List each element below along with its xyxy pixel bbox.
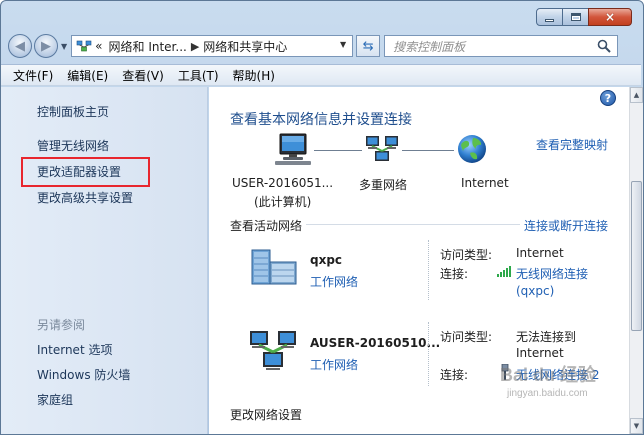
menu-view[interactable]: 查看(V) [122,67,164,84]
breadcrumb-network-internet[interactable]: 网络和 Inter... [109,38,187,55]
watermark-url: jingyan.baidu.com [507,388,588,399]
help-button[interactable]: ? [600,90,616,106]
page-title: 查看基本网络信息并设置连接 [230,112,412,128]
breadcrumb-overflow[interactable]: « [95,39,102,53]
map-multi-network-label[interactable]: 多重网络 [359,176,407,193]
menu-help[interactable]: 帮助(H) [233,67,275,84]
wireless-connection-ssid[interactable]: (qxpc) [516,284,554,298]
view-full-map-link[interactable]: 查看完整映射 [536,136,608,153]
internet-globe-icon[interactable] [456,133,488,168]
address-dropdown-icon[interactable]: ▼ [340,40,346,49]
caption-buttons: × [536,8,632,26]
network-name-qxpc: qxpc [310,253,343,267]
sidebar-item-control-panel-home[interactable]: 控制面板主页 [37,103,109,120]
arrow-right-icon: ▶ [41,38,51,54]
sidebar-item-manage-wireless[interactable]: 管理无线网络 [37,137,109,154]
chevron-up-icon: ▲ [633,91,640,99]
network-type-link[interactable]: 工作网络 [310,356,358,373]
access-type-label: 访问类型: [440,248,493,262]
sidebar-item-homegroup[interactable]: 家庭组 [37,391,73,408]
column-separator [428,240,429,300]
network-folder-icon [76,39,92,53]
work-network-icon[interactable] [248,244,300,289]
menu-bar: 文件(F) 编辑(E) 查看(V) 工具(T) 帮助(H) [1,64,641,86]
sidebar-item-windows-firewall[interactable]: Windows 防火墙 [37,366,130,383]
map-connector-2 [402,150,454,151]
back-button[interactable]: ◀ [8,34,32,58]
multi-network-icon[interactable] [246,328,302,375]
connect-disconnect-link[interactable]: 连接或断开连接 [524,217,608,234]
maximize-icon [570,13,581,21]
forward-button[interactable]: ▶ [34,34,58,58]
minimize-icon [545,18,554,22]
access-type-label: 访问类型: [440,330,493,344]
multi-network-icon[interactable] [364,134,400,169]
breadcrumb-network-sharing-center[interactable]: 网络和共享中心 [203,38,287,55]
menu-edit[interactable]: 编辑(E) [67,67,108,84]
recent-pages-dropdown[interactable]: ▼ [61,42,67,51]
refresh-icon: ⇆ [362,38,374,54]
menu-tools[interactable]: 工具(T) [178,67,219,84]
scroll-thumb[interactable] [631,181,642,331]
sidebar-item-advanced-sharing[interactable]: 更改高级共享设置 [37,189,133,206]
sidebar-item-internet-options[interactable]: Internet 选项 [37,341,112,358]
menu-file[interactable]: 文件(F) [13,67,53,84]
vertical-scrollbar[interactable]: ▲ ▼ [629,87,643,434]
change-settings-heading: 更改网络设置 [230,408,303,422]
column-separator [428,322,429,386]
network-type-link[interactable]: 工作网络 [310,273,358,290]
map-connector-1 [314,150,362,151]
close-button[interactable]: × [588,8,632,26]
connection-label: 连接: [440,368,469,382]
breadcrumb-separator-icon[interactable]: ▶ [191,40,199,53]
watermark-logo: Bai du 经验 [500,365,597,385]
refresh-button[interactable]: ⇆ [356,35,381,57]
access-type-value: 无法连接到 [516,330,577,344]
wireless-connection-link[interactable]: 无线网络连接 [516,265,588,282]
access-type-value: Internet [516,246,564,260]
search-input[interactable]: 搜索控制面板 [393,38,465,55]
left-task-pane: 控制面板主页 管理无线网络 更改适配器设置 更改高级共享设置 另请参阅 Inte… [1,87,208,434]
computer-icon[interactable] [275,132,311,169]
access-type-value-line2: Internet [516,346,564,360]
help-icon: ? [604,91,612,105]
search-box[interactable]: 搜索控制面板 [384,35,619,57]
map-computer-sub: (此计算机) [254,195,312,209]
chevron-down-icon: ▼ [633,422,640,430]
highlight-box [21,157,150,187]
active-networks-heading: 查看活动网络 [230,219,303,233]
see-also-heading: 另请参阅 [37,318,86,332]
scroll-down-button[interactable]: ▼ [630,418,643,434]
map-computer-name[interactable]: USER-2016051... [232,176,333,190]
minimize-button[interactable] [536,8,563,26]
maximize-button[interactable] [562,8,589,26]
network-name-auser: AUSER-20160510... [310,336,441,350]
scroll-up-button[interactable]: ▲ [630,87,643,103]
wifi-signal-icon [497,265,513,280]
section-divider [306,224,520,225]
navigation-bar: ◀ ▶ ▼ « 网络和 Inter... ▶ 网络和共享中心 ▼ ⇆ 搜索控制面… [8,32,636,60]
address-bar[interactable]: « 网络和 Inter... ▶ 网络和共享中心 ▼ [71,35,354,57]
connection-label: 连接: [440,267,469,281]
close-icon: × [604,10,616,24]
arrow-left-icon: ◀ [15,38,25,54]
search-icon[interactable] [597,39,611,56]
map-internet-label[interactable]: Internet [461,176,509,190]
